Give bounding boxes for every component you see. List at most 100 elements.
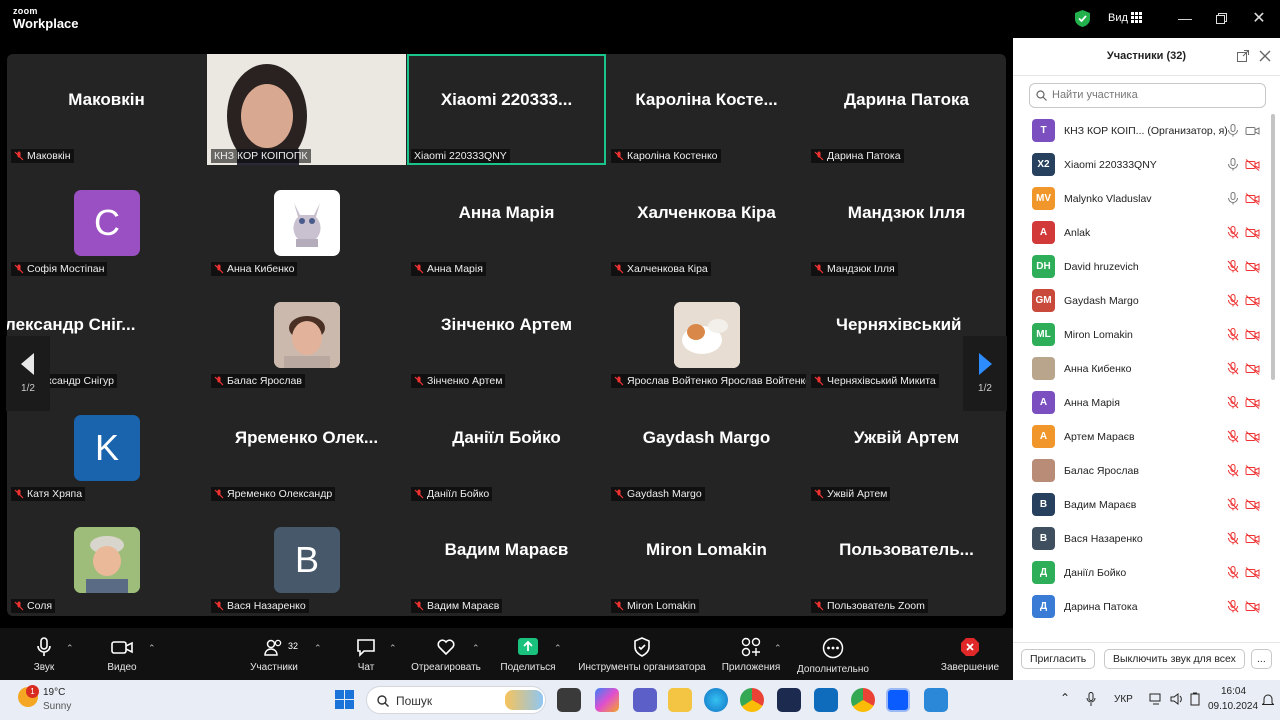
video-off-icon[interactable] bbox=[1245, 396, 1260, 409]
muted-mic-icon[interactable] bbox=[1227, 566, 1239, 579]
video-tile[interactable]: B Вася Назаренко bbox=[207, 504, 406, 615]
photos-icon[interactable] bbox=[924, 688, 948, 712]
video-tile[interactable]: Анна Кибенко bbox=[207, 167, 406, 278]
participant-row[interactable]: X2 Xiaomi 220333QNY bbox=[1013, 146, 1280, 180]
chevron-up-icon[interactable]: ⌃ bbox=[1060, 691, 1070, 705]
close-icon[interactable] bbox=[1259, 50, 1271, 62]
task-view-icon[interactable] bbox=[557, 688, 581, 712]
video-camera-icon[interactable] bbox=[1245, 124, 1260, 136]
video-tile[interactable]: Пользователь... Пользователь Zoom bbox=[807, 504, 1006, 615]
chevron-up-icon[interactable]: ⌃ bbox=[774, 643, 782, 654]
video-button[interactable]: Видео bbox=[100, 628, 144, 680]
store-icon[interactable] bbox=[777, 688, 801, 712]
video-off-icon[interactable] bbox=[1245, 498, 1260, 511]
weather-temp[interactable]: 19°C bbox=[43, 687, 65, 698]
video-tile[interactable]: Мандзюк Ілля Мандзюк Ілля bbox=[807, 167, 1006, 278]
video-tile[interactable]: КНЗ КОР КОІПОПК bbox=[207, 54, 406, 165]
chevron-up-icon[interactable]: ⌃ bbox=[554, 643, 562, 654]
edge-icon[interactable] bbox=[704, 688, 728, 712]
host-tools-button[interactable]: Инструменты организатора bbox=[574, 628, 710, 680]
video-off-icon[interactable] bbox=[1245, 362, 1260, 375]
end-meeting-button[interactable]: Завершение bbox=[938, 628, 1002, 680]
video-tile-active-speaker[interactable]: Xiaomi 220333... Xiaomi 220333QNY bbox=[407, 54, 606, 165]
share-button[interactable]: Поделиться bbox=[498, 628, 558, 680]
taskbar-search-input[interactable]: Пошук bbox=[366, 686, 546, 714]
teams-icon[interactable] bbox=[633, 688, 657, 712]
muted-mic-icon[interactable] bbox=[1227, 498, 1239, 511]
video-off-icon[interactable] bbox=[1245, 532, 1260, 545]
search-input[interactable]: Найти участника bbox=[1029, 83, 1266, 108]
zoom-taskbar-icon[interactable] bbox=[886, 688, 910, 712]
video-tile[interactable]: Яременко Олек... Яременко Олександр bbox=[207, 392, 406, 503]
muted-mic-icon[interactable] bbox=[1227, 362, 1239, 375]
notifications-bell-icon[interactable] bbox=[1262, 693, 1274, 707]
video-tile[interactable]: Даніїл Бойко Даніїл Бойко bbox=[407, 392, 606, 503]
video-off-icon[interactable] bbox=[1245, 600, 1260, 613]
muted-mic-icon[interactable] bbox=[1227, 464, 1239, 477]
participant-row[interactable]: B Вася Назаренко bbox=[1013, 520, 1280, 554]
restore-icon[interactable] bbox=[1210, 8, 1232, 28]
video-off-icon[interactable] bbox=[1245, 328, 1260, 341]
chrome-profile-icon[interactable] bbox=[851, 688, 875, 712]
minimize-icon[interactable]: — bbox=[1174, 8, 1196, 28]
network-icon[interactable] bbox=[1149, 692, 1163, 706]
muted-mic-icon[interactable] bbox=[1227, 226, 1239, 239]
audio-button[interactable]: Звук bbox=[26, 628, 62, 680]
video-off-icon[interactable] bbox=[1245, 158, 1260, 171]
participants-button[interactable]: Участники bbox=[246, 628, 302, 680]
volume-icon[interactable] bbox=[1170, 692, 1184, 706]
muted-mic-icon[interactable] bbox=[1227, 600, 1239, 613]
invite-button[interactable]: Пригласить bbox=[1021, 649, 1096, 669]
muted-mic-icon[interactable] bbox=[1227, 294, 1239, 307]
grid-icon[interactable] bbox=[1131, 12, 1142, 23]
language-indicator[interactable]: УКР bbox=[1114, 694, 1133, 705]
more-button[interactable]: Дополнительно bbox=[793, 628, 873, 680]
video-off-icon[interactable] bbox=[1245, 294, 1260, 307]
weather-desc[interactable]: Sunny bbox=[43, 701, 71, 712]
clock-time[interactable]: 16:04 bbox=[1221, 686, 1246, 697]
participant-row[interactable]: Балас Ярослав bbox=[1013, 452, 1280, 486]
chevron-up-icon[interactable]: ⌃ bbox=[389, 643, 397, 654]
video-tile[interactable]: Ярослав Войтенко Ярослав Войтенко bbox=[607, 279, 806, 390]
windows-start-icon[interactable] bbox=[335, 690, 354, 709]
muted-mic-icon[interactable] bbox=[1227, 260, 1239, 273]
apps-button[interactable]: Приложения bbox=[718, 628, 784, 680]
muted-mic-icon[interactable] bbox=[1227, 396, 1239, 409]
next-page-button[interactable]: 1/2 bbox=[963, 336, 1007, 411]
video-tile[interactable]: C Софія Мостіпан bbox=[7, 167, 206, 278]
participant-row[interactable]: Д Даніїл Бойко bbox=[1013, 554, 1280, 588]
copilot-icon[interactable] bbox=[595, 688, 619, 712]
video-tile[interactable]: Анна Марія Анна Марія bbox=[407, 167, 606, 278]
video-off-icon[interactable] bbox=[1245, 566, 1260, 579]
chat-button[interactable]: Чат bbox=[350, 628, 382, 680]
video-tile[interactable]: Дарина Патока Дарина Патока bbox=[807, 54, 1006, 165]
participant-row[interactable]: A Анна Марія bbox=[1013, 384, 1280, 418]
muted-mic-icon[interactable] bbox=[1227, 532, 1239, 545]
video-tile[interactable]: Маковкін Маковкін bbox=[7, 54, 206, 165]
close-window-icon[interactable]: ✕ bbox=[1248, 8, 1270, 28]
participant-row[interactable]: A Артем Мараєв bbox=[1013, 418, 1280, 452]
video-off-icon[interactable] bbox=[1245, 192, 1260, 205]
video-tile[interactable]: Miron Lomakin Miron Lomakin bbox=[607, 504, 806, 615]
video-tile[interactable]: Вадим Мараєв Вадим Мараєв bbox=[407, 504, 606, 615]
participant-row[interactable]: T КНЗ КОР КОІП... (Организатор, я) bbox=[1013, 112, 1280, 146]
video-tile[interactable]: Кароліна Косте... Кароліна Костенко bbox=[607, 54, 806, 165]
view-button[interactable]: Вид bbox=[1108, 12, 1128, 24]
chevron-up-icon[interactable]: ⌃ bbox=[472, 643, 480, 654]
video-tile[interactable]: Gaydash Margo Gaydash Margo bbox=[607, 392, 806, 503]
react-button[interactable]: Отреагировать bbox=[408, 628, 484, 680]
battery-icon[interactable] bbox=[1190, 692, 1200, 706]
participant-row[interactable]: B Вадим Мараєв bbox=[1013, 486, 1280, 520]
file-explorer-icon[interactable] bbox=[668, 688, 692, 712]
participant-row[interactable]: DH David hruzevich bbox=[1013, 248, 1280, 282]
more-options-button[interactable]: ... bbox=[1251, 649, 1272, 669]
participant-row[interactable]: A Anlak bbox=[1013, 214, 1280, 248]
video-off-icon[interactable] bbox=[1245, 430, 1260, 443]
participant-row[interactable]: ML Miron Lomakin bbox=[1013, 316, 1280, 350]
encryption-shield-icon[interactable] bbox=[1075, 10, 1090, 27]
prev-page-button[interactable]: 1/2 bbox=[6, 336, 50, 411]
video-tile[interactable]: Соля bbox=[7, 504, 206, 615]
participant-row[interactable]: Д Дарина Патока bbox=[1013, 588, 1280, 622]
participant-row[interactable]: GM Gaydash Margo bbox=[1013, 282, 1280, 316]
video-tile[interactable]: Халченкова Кіра Халченкова Кіра bbox=[607, 167, 806, 278]
